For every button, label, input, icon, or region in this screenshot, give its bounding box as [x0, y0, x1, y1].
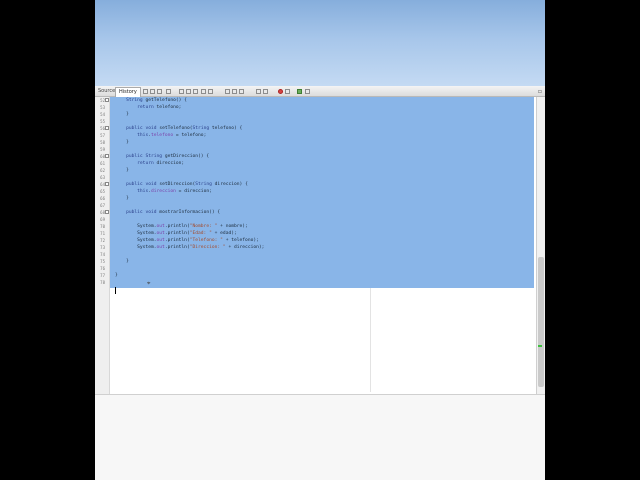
prev-icon[interactable]	[179, 89, 184, 94]
debug-icon[interactable]	[305, 89, 310, 94]
record-macro-icon[interactable]	[278, 89, 283, 94]
mouse-pointer-icon: ⌖	[147, 280, 151, 287]
code-line: }	[115, 112, 129, 117]
code-line: return telefono;	[137, 105, 182, 110]
line-number: 62	[100, 168, 105, 173]
line-number: 68	[100, 210, 105, 215]
shift-right-icon[interactable]	[208, 89, 213, 94]
code-line: public String getDireccion() {	[126, 154, 210, 159]
find-icon[interactable]	[166, 89, 171, 94]
output-panel	[95, 394, 545, 480]
line-number: 61	[100, 161, 105, 166]
run-icon[interactable]	[297, 89, 302, 94]
shift-icon[interactable]	[239, 89, 244, 94]
line-number: 59	[100, 147, 105, 152]
vertical-scrollbar[interactable]	[536, 97, 545, 394]
line-number: 63	[100, 175, 105, 180]
line-number: 64	[100, 182, 105, 187]
code-line: this.telefono = telefono;	[137, 133, 207, 138]
line-number: 54	[100, 112, 105, 117]
line-number: 52	[100, 98, 105, 103]
code-line: }	[115, 273, 118, 278]
code-line: }	[115, 140, 129, 145]
stop-macro-icon[interactable]	[285, 89, 290, 94]
code-line: return direccion;	[137, 161, 185, 166]
scroll-thumb[interactable]	[538, 257, 544, 387]
next-icon[interactable]	[186, 89, 191, 94]
uncomment-block-icon[interactable]	[263, 89, 268, 94]
code-line: System.out.println("Telefono: " + telefo…	[115, 238, 259, 243]
comment-icon[interactable]	[225, 89, 230, 94]
uncomment-icon[interactable]	[232, 89, 237, 94]
code-line: System.out.println("Nombre: " + nombre);	[115, 224, 248, 229]
select-icon[interactable]	[193, 89, 198, 94]
line-number: 69	[100, 217, 105, 222]
code-line: this.direccion = direccion;	[137, 189, 212, 194]
code-line: public void mostrarInformacion() {	[126, 210, 221, 215]
restore-icon[interactable]: ▫	[538, 86, 542, 97]
text-caret	[115, 287, 116, 294]
line-number: 74	[100, 252, 105, 257]
line-number: 73	[100, 245, 105, 250]
editor-toolbar: Source History ▫	[95, 86, 545, 97]
line-number: 53	[100, 105, 105, 110]
line-number: 78	[100, 280, 105, 285]
line-number: 57	[100, 133, 105, 138]
comment-block-icon[interactable]	[256, 89, 261, 94]
line-number: 56	[100, 126, 105, 131]
fold-toggle-icon[interactable]	[105, 154, 109, 158]
screen-frame: Source History ▫ 52 String getTelefono()…	[95, 0, 545, 480]
line-number: 76	[100, 266, 105, 271]
fold-toggle-icon[interactable]	[105, 126, 109, 130]
error-stripe-marker[interactable]	[538, 345, 542, 347]
line-number: 72	[100, 238, 105, 243]
line-number: 75	[100, 259, 105, 264]
fold-toggle-icon[interactable]	[105, 210, 109, 214]
desktop-background	[95, 0, 545, 86]
forward-icon[interactable]	[150, 89, 155, 94]
code-line: public void setDireccion(String direccio…	[126, 182, 248, 187]
code-line: System.out.println("Direccion: " + direc…	[115, 245, 265, 250]
code-editor[interactable]: 52 String getTelefono() { 53 return telef…	[95, 97, 536, 394]
code-line: }	[115, 168, 129, 173]
line-number: 60	[100, 154, 105, 159]
line-number: 65	[100, 189, 105, 194]
line-number: 70	[100, 224, 105, 229]
tab-history[interactable]: History	[115, 87, 141, 97]
toggle-icon[interactable]	[157, 89, 162, 94]
shift-left-icon[interactable]	[201, 89, 206, 94]
code-line: }	[115, 259, 129, 264]
line-number: 67	[100, 203, 105, 208]
line-number: 66	[100, 196, 105, 201]
line-number: 55	[100, 119, 105, 124]
line-number: 77	[100, 273, 105, 278]
fold-toggle-icon[interactable]	[105, 98, 109, 102]
line-number: 58	[100, 140, 105, 145]
code-line: String getTelefono() {	[126, 98, 187, 103]
code-line: System.out.println("Edad: " + edad);	[115, 231, 237, 236]
line-number: 71	[100, 231, 105, 236]
code-line: }	[115, 196, 129, 201]
back-icon[interactable]	[143, 89, 148, 94]
right-margin-line	[370, 288, 371, 392]
fold-toggle-icon[interactable]	[105, 182, 109, 186]
code-line: public void setTelefono(String telefono)…	[126, 126, 243, 131]
